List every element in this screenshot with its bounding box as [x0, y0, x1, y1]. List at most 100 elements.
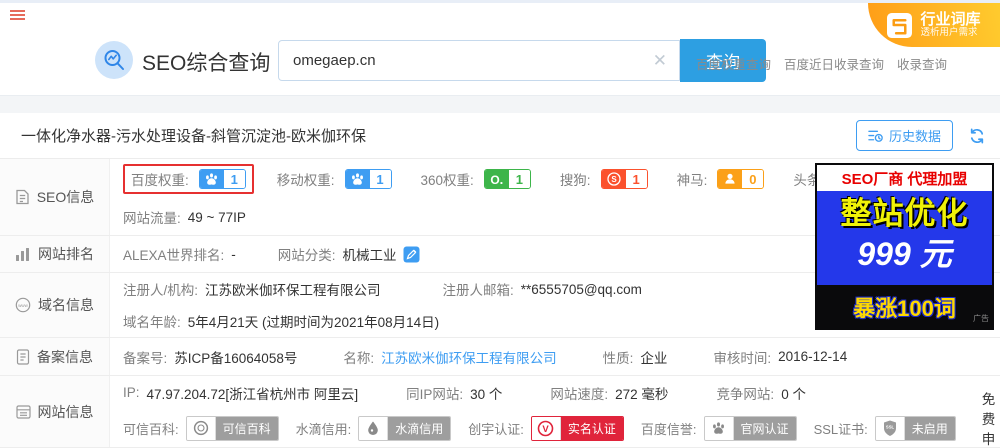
registrant-value: 江苏欧米伽环保工程有限公司 — [205, 283, 381, 298]
same-ip-label: 同IP网站: — [406, 386, 464, 402]
dictionary-icon — [887, 12, 913, 38]
header-links: 百度权重查询 百度近日收录查询 收录查询 — [696, 54, 947, 73]
svg-text:V: V — [543, 424, 550, 435]
search-input[interactable] — [279, 51, 641, 70]
360-icon: O. — [484, 170, 509, 189]
result-toolbar: 一体化净水器-污水处理设备-斜管沉淀池-欧米伽环保 历史数据 — [0, 113, 1000, 159]
sidebar-item-site-info[interactable]: 网站信息 — [0, 376, 110, 447]
ip-label: IP: — [123, 385, 140, 400]
alexa-value: - — [231, 246, 236, 262]
ip-value: 47.97.204.72[浙江省杭州市 阿里云] — [146, 386, 359, 402]
icp-nature-label: 性质: — [602, 350, 634, 366]
certs-row: 可信百科: 可信百科 水滴信用: 水滴信用 创宇认证: V 实名认证 百度信誉: 官网认证 SSL… — [110, 392, 1000, 447]
water-drop-icon — [359, 416, 389, 440]
category-label: 网站分类: — [277, 248, 336, 263]
encyclopedia-icon — [186, 416, 216, 440]
sidebar-item-site-rank[interactable]: 网站排名 — [0, 236, 110, 272]
ip-row: IP: 47.97.204.72[浙江省杭州市 阿里云] 同IP网站: 30 个… — [110, 376, 1000, 409]
ad-banner[interactable]: SEO厂商 代理加盟 整站优化 999 元 暴涨100词 广告 — [815, 163, 994, 330]
cert-badge-1[interactable]: 水滴信用 — [358, 415, 452, 441]
weight-value: 0 — [742, 170, 764, 189]
cert-4: SSL证书: SSL 未启用 — [814, 415, 956, 441]
ad-headline: 整站优化 — [840, 196, 969, 231]
header-content-gap — [0, 95, 1000, 113]
close-icon[interactable]: ✕ — [641, 51, 679, 71]
cert-label: 创宇认证: — [468, 421, 524, 437]
cert-0: 可信百科: 可信百科 — [123, 415, 279, 441]
svg-text:SSL: SSL — [886, 425, 895, 430]
weight-label: 神马: — [676, 173, 708, 189]
header-link-2[interactable]: 收录查询 — [897, 54, 947, 73]
ad-line4: 暴涨100词 — [853, 296, 956, 321]
sogou-icon: S — [601, 170, 626, 189]
weight-badge-baidu[interactable]: 1 — [198, 169, 246, 190]
weight-badge-baidu-mobile[interactable]: 1 — [344, 169, 392, 190]
sidebar-item-seo-info[interactable]: SEO信息 — [0, 159, 110, 235]
cert-label: 水滴信用: — [295, 421, 352, 437]
list-icon — [15, 404, 31, 419]
logo[interactable] — [95, 41, 133, 79]
header-link-1[interactable]: 百度近日收录查询 — [784, 54, 884, 73]
speed-value: 272 毫秒 — [615, 386, 669, 402]
sidebar-item-label: 域名信息 — [38, 297, 94, 313]
history-icon — [868, 129, 883, 143]
icp-audit-value: 2016-12-14 — [778, 349, 848, 364]
weight-360: 360权重: O. 1 — [421, 169, 531, 190]
shenma-icon — [718, 170, 743, 189]
cert-label: 可信百科: — [123, 421, 179, 437]
globe-icon: www — [15, 297, 31, 313]
sidebar-item-label: 网站排名 — [38, 246, 94, 262]
alexa-label: ALEXA世界排名: — [123, 248, 225, 263]
sidebar-item-label: 备案信息 — [37, 348, 93, 365]
cert-1: 水滴信用: 水滴信用 — [295, 415, 452, 441]
cert-3: 百度信誉: 官网认证 — [641, 415, 797, 441]
sidebar-item-domain-info[interactable]: www 域名信息 — [0, 273, 110, 337]
traffic-value: 49 ~ 77IP — [187, 209, 246, 225]
baidu-icon — [199, 170, 224, 189]
bar-chart-icon — [15, 247, 31, 261]
cert-badge-3[interactable]: 官网认证 — [703, 415, 797, 441]
sidebar-item-icp-info[interactable]: 备案信息 — [0, 338, 110, 375]
industry-lexicon-ribbon[interactable]: 行业词库 透析用户需求 — [868, 3, 1000, 47]
sidebar-item-label: 网站信息 — [37, 403, 94, 420]
ad-tag: 广告 — [973, 314, 989, 323]
cert-2: 创宇认证: V 实名认证 — [468, 415, 624, 441]
v-check-icon: V — [531, 416, 561, 440]
domain-age-value: 5年4月21天 (过期时间为2021年08月14日) — [187, 315, 440, 330]
ad-line1: SEO厂商 代理加盟 — [817, 165, 992, 191]
edit-icon[interactable] — [403, 246, 420, 263]
section-icp-info: 备案信息 备案号: 苏ICP备16064058号 名称: 江苏欧米伽环保工程有限… — [0, 338, 1000, 376]
header: SEO综合查询 ✕ 查询 百度权重查询百度近日收录查询收录查询 行业词库 透析用… — [0, 3, 1000, 95]
weight-badge-shenma[interactable]: 0 — [717, 169, 765, 190]
cert-badge-4[interactable]: SSL 未启用 — [874, 415, 956, 441]
registrant-label: 注册人/机构: — [123, 283, 199, 298]
seo-query-page: SEO综合查询 ✕ 查询 百度权重查询百度近日收录查询收录查询 行业词库 透析用… — [0, 0, 1000, 448]
cert-badge-2[interactable]: V 实名认证 — [530, 415, 624, 441]
weight-label: 百度权重: — [131, 173, 189, 189]
page-title: 一体化净水器-污水处理设备-斜管沉淀池-欧米伽环保 — [21, 128, 366, 145]
refresh-icon[interactable] — [968, 127, 986, 145]
sidebar-item-label: SEO信息 — [36, 189, 95, 205]
icp-number-label: 备案号: — [123, 350, 168, 366]
menu-icon[interactable] — [10, 10, 25, 22]
file-icon — [16, 348, 30, 365]
main-panel: 一体化净水器-污水处理设备-斜管沉淀池-欧米伽环保 历史数据 SEO信息 百度权… — [0, 113, 1000, 448]
baidu-paw-icon — [704, 416, 734, 440]
category-value: 机械工业 — [342, 248, 397, 263]
weight-badge-360[interactable]: O. 1 — [483, 169, 531, 190]
weight-badge-sogou[interactable]: S1 — [600, 169, 648, 190]
email-value: **6555705@qq.com — [520, 281, 642, 297]
free-apply-link[interactable]: 免费申请 — [982, 388, 996, 448]
weight-value: 1 — [369, 170, 391, 189]
icp-name-label: 名称: — [343, 350, 375, 366]
weight-value: 1 — [508, 170, 530, 189]
ribbon-title: 行业词库 — [920, 10, 981, 28]
icp-name-link[interactable]: 江苏欧米伽环保工程有限公司 — [381, 347, 557, 367]
ad-price: 999 元 — [857, 236, 952, 272]
header-link-0[interactable]: 百度权重查询 — [696, 54, 771, 73]
history-data-button[interactable]: 历史数据 — [855, 120, 953, 151]
cert-badge-label: 可信百科 — [215, 416, 278, 440]
domain-age-label: 域名年龄: — [123, 315, 181, 330]
cert-badge-0[interactable]: 可信百科 — [185, 415, 279, 441]
same-ip-value: 30 个 — [470, 386, 503, 402]
